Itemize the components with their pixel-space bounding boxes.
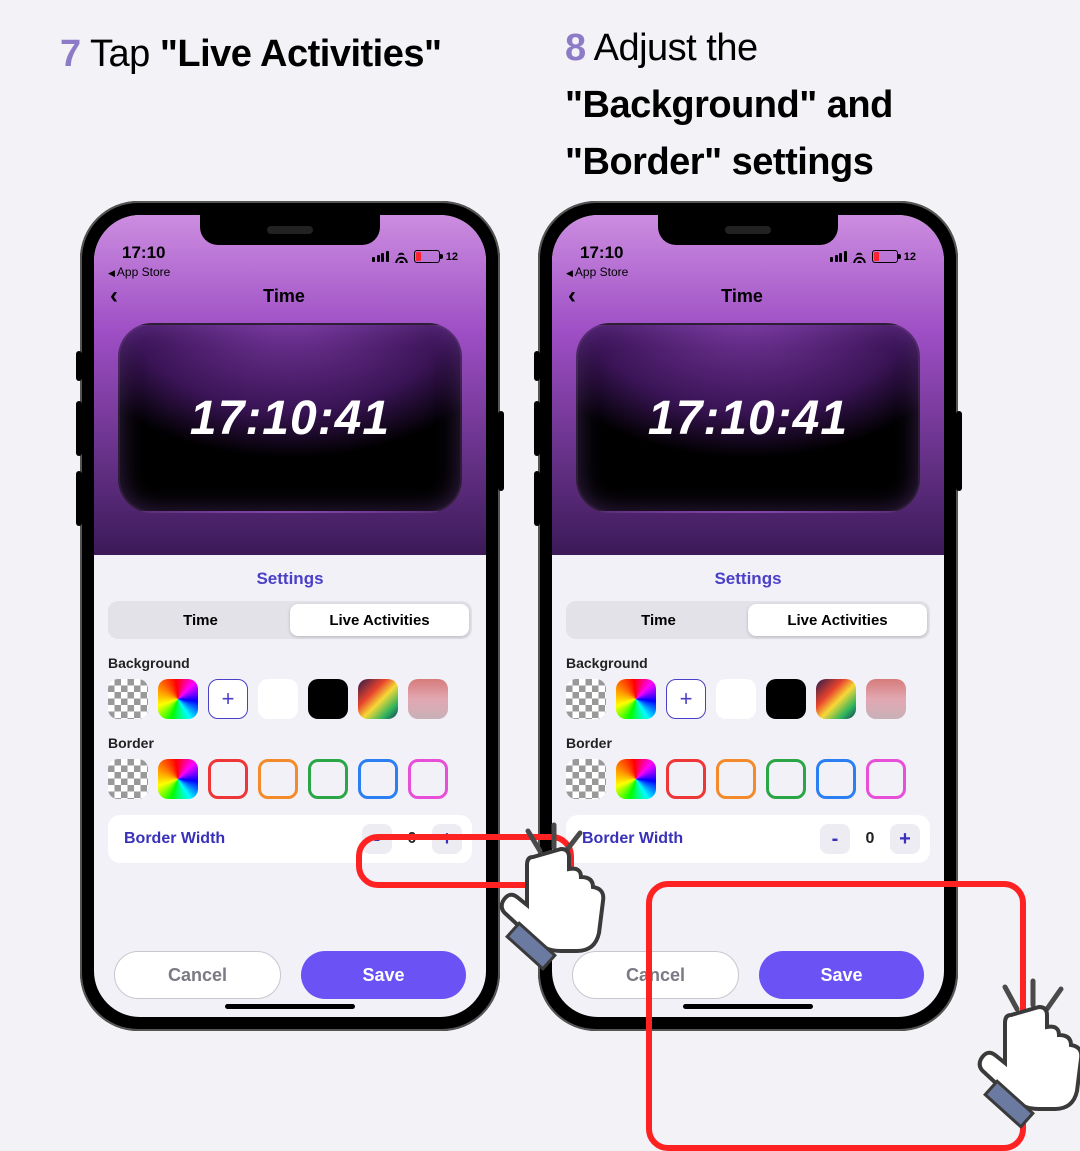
- settings-heading: Settings: [108, 569, 472, 589]
- background-label: Background: [108, 655, 472, 671]
- clock-time: 17:10:41: [190, 391, 390, 446]
- back-to-app[interactable]: App Store: [94, 265, 486, 279]
- tab-live-activities[interactable]: Live Activities: [748, 604, 927, 636]
- bg-swatch-black[interactable]: [308, 679, 348, 719]
- tab-time[interactable]: Time: [111, 604, 290, 636]
- back-to-app[interactable]: App Store: [552, 265, 944, 279]
- border-swatch-transparent[interactable]: [566, 759, 606, 799]
- bg-swatch-black[interactable]: [766, 679, 806, 719]
- bg-swatch-add[interactable]: +: [208, 679, 248, 719]
- clock-time: 17:10:41: [648, 391, 848, 446]
- border-swatch-rainbow[interactable]: [616, 759, 656, 799]
- background-label: Background: [566, 655, 930, 671]
- wifi-icon: [851, 250, 868, 263]
- step8-number: 8: [565, 27, 586, 69]
- border-label: Border: [566, 735, 930, 751]
- step8-line1: Adjust the: [594, 27, 758, 69]
- border-swatch-red[interactable]: [208, 759, 248, 799]
- border-swatch-blue[interactable]: [358, 759, 398, 799]
- border-swatch-orange[interactable]: [716, 759, 756, 799]
- bg-swatch-rainbow[interactable]: [616, 679, 656, 719]
- border-width-label: Border Width: [582, 830, 820, 848]
- phone-left: 17:10 12 App Store ‹ Time: [80, 201, 500, 1031]
- border-swatch-magenta[interactable]: [408, 759, 448, 799]
- home-indicator: [683, 1004, 813, 1009]
- border-swatch-rainbow[interactable]: [158, 759, 198, 799]
- save-button[interactable]: Save: [301, 951, 466, 999]
- step8-line3: "Border" settings: [565, 134, 1040, 191]
- border-width-label: Border Width: [124, 830, 362, 848]
- notch: [200, 215, 380, 245]
- bg-swatch-gradient2[interactable]: [866, 679, 906, 719]
- home-indicator: [225, 1004, 355, 1009]
- step7-text-strong: "Live Activities": [160, 33, 442, 75]
- bg-swatch-white[interactable]: [716, 679, 756, 719]
- stepper-minus[interactable]: -: [820, 824, 850, 854]
- segmented-control[interactable]: Time Live Activities: [108, 601, 472, 639]
- border-width-stepper: - 0 +: [362, 824, 462, 854]
- signal-icon: [830, 251, 847, 262]
- cancel-button[interactable]: Cancel: [572, 951, 739, 999]
- battery-percent: 12: [904, 251, 916, 263]
- back-chevron-icon[interactable]: ‹: [110, 282, 118, 310]
- border-swatch-red[interactable]: [666, 759, 706, 799]
- bg-swatch-gradient1[interactable]: [816, 679, 856, 719]
- status-time: 17:10: [122, 243, 165, 263]
- notch: [658, 215, 838, 245]
- caption-step8: 8 Adjust the "Background" and "Border" s…: [535, 20, 1040, 191]
- segmented-control[interactable]: Time Live Activities: [566, 601, 930, 639]
- nav-title: Time: [118, 286, 450, 307]
- settings-heading: Settings: [566, 569, 930, 589]
- stepper-plus[interactable]: +: [432, 824, 462, 854]
- cancel-button[interactable]: Cancel: [114, 951, 281, 999]
- border-swatch-magenta[interactable]: [866, 759, 906, 799]
- save-button[interactable]: Save: [759, 951, 924, 999]
- clock-preview: 17:10:41: [118, 323, 462, 513]
- battery-icon: [414, 250, 440, 263]
- border-label: Border: [108, 735, 472, 751]
- caption-row: 7 Tap "Live Activities" 8 Adjust the "Ba…: [0, 0, 1080, 191]
- battery-percent: 12: [446, 251, 458, 263]
- stepper-minus[interactable]: -: [362, 824, 392, 854]
- bg-swatch-add[interactable]: +: [666, 679, 706, 719]
- stepper-value: 0: [400, 830, 424, 848]
- phone-right: 17:10 12 App Store ‹ Time: [538, 201, 958, 1031]
- back-chevron-icon[interactable]: ‹: [568, 282, 576, 310]
- tab-time[interactable]: Time: [569, 604, 748, 636]
- pointer-hand-icon: [951, 981, 1080, 1146]
- clock-preview: 17:10:41: [576, 323, 920, 513]
- border-swatch-transparent[interactable]: [108, 759, 148, 799]
- stepper-plus[interactable]: +: [890, 824, 920, 854]
- signal-icon: [372, 251, 389, 262]
- tab-live-activities[interactable]: Live Activities: [290, 604, 469, 636]
- border-swatches: [566, 759, 930, 799]
- bg-swatch-gradient1[interactable]: [358, 679, 398, 719]
- bg-swatch-white[interactable]: [258, 679, 298, 719]
- stepper-value: 0: [858, 830, 882, 848]
- border-swatch-green[interactable]: [308, 759, 348, 799]
- bg-swatch-gradient2[interactable]: [408, 679, 448, 719]
- battery-icon: [872, 250, 898, 263]
- background-swatches: +: [566, 679, 930, 719]
- step8-line2: "Background" and: [565, 77, 1040, 134]
- bg-swatch-transparent[interactable]: [108, 679, 148, 719]
- border-swatch-blue[interactable]: [816, 759, 856, 799]
- step7-number: 7: [60, 33, 81, 75]
- bg-swatch-rainbow[interactable]: [158, 679, 198, 719]
- wifi-icon: [393, 250, 410, 263]
- caption-step7: 7 Tap "Live Activities": [60, 20, 535, 191]
- step7-text-pre: Tap: [90, 33, 160, 75]
- background-swatches: +: [108, 679, 472, 719]
- border-swatch-green[interactable]: [766, 759, 806, 799]
- border-width-row: Border Width - 0 +: [108, 815, 472, 863]
- border-swatch-orange[interactable]: [258, 759, 298, 799]
- border-width-row: Border Width - 0 +: [566, 815, 930, 863]
- border-width-stepper: - 0 +: [820, 824, 920, 854]
- border-swatches: [108, 759, 472, 799]
- nav-title: Time: [576, 286, 908, 307]
- status-time: 17:10: [580, 243, 623, 263]
- bg-swatch-transparent[interactable]: [566, 679, 606, 719]
